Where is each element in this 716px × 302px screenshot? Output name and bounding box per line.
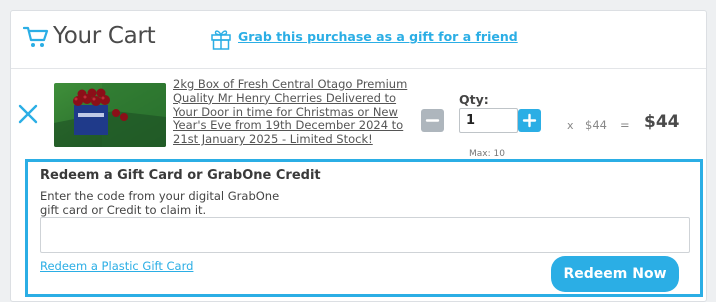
quantity-label: Qty: [459,92,489,107]
quantity-input[interactable] [459,108,518,133]
redeem-now-button[interactable]: Redeem Now [551,256,679,292]
cart-item-row: 2kg Box of Fresh Central Otago Premium Q… [11,68,706,159]
unit-price: $44 [585,118,607,132]
redeem-plastic-gift-card-link[interactable]: Redeem a Plastic Gift Card [40,259,193,273]
redeem-gift-card-panel: Redeem a Gift Card or GrabOne Credit Ent… [25,159,703,297]
quantity-increase-button[interactable] [518,109,541,132]
cart-icon [22,25,49,49]
gift-icon[interactable] [210,26,232,50]
minus-icon [425,119,440,122]
gift-purchase-link[interactable]: Grab this purchase as a gift for a frien… [238,29,518,44]
cart-panel: Your Cart Grab this purchase as a gift f… [10,10,707,302]
quantity-max-label: Max: 10 [469,149,505,159]
product-name-link[interactable]: 2kg Box of Fresh Central Otago Premium Q… [173,77,409,147]
product-thumbnail[interactable] [54,83,166,147]
gift-card-code-input[interactable] [40,217,690,253]
quantity-decrease-button[interactable] [421,109,444,132]
redeem-title: Redeem a Gift Card or GrabOne Credit [40,168,321,183]
plus-icon [522,113,537,128]
redeem-description: Enter the code from your digital GrabOne… [40,189,280,217]
page-title: Your Cart [53,23,156,49]
line-total-price: $44 [644,112,680,132]
cart-header: Your Cart Grab this purchase as a gift f… [11,11,706,69]
times-symbol: x [567,119,574,132]
equals-symbol: = [620,118,630,132]
close-icon[interactable] [18,104,38,124]
